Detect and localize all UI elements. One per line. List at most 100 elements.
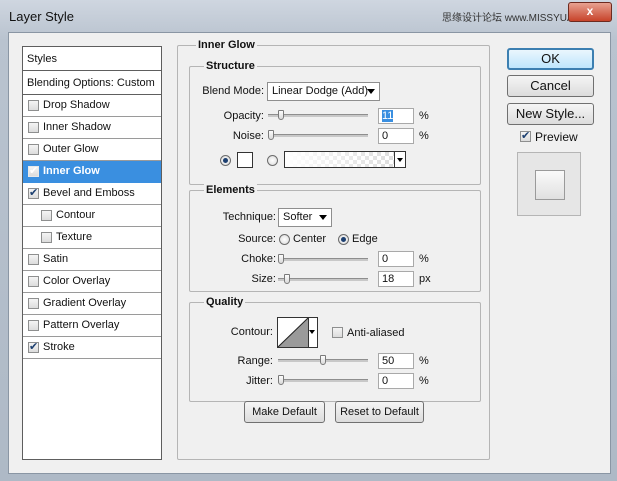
noise-slider-thumb[interactable]	[268, 130, 274, 140]
range-input[interactable]: 50	[378, 353, 414, 369]
new-style-button[interactable]: New Style...	[507, 103, 594, 125]
jitter-slider-track	[278, 379, 368, 382]
size-unit: px	[419, 273, 431, 285]
title-bar[interactable]: Layer Style 思缘设计论坛 www.MISSYUAN.COM	[0, 0, 617, 34]
size-slider[interactable]	[278, 274, 368, 284]
noise-input[interactable]: 0	[378, 128, 414, 144]
inner-glow-title: Inner Glow	[196, 39, 257, 51]
style-item-checkbox[interactable]	[28, 144, 39, 155]
style-item-satin[interactable]: Satin	[23, 249, 161, 271]
style-item-color-overlay[interactable]: Color Overlay	[23, 271, 161, 293]
gradient-mode-radio[interactable]	[267, 155, 278, 166]
styles-header-label: Styles	[27, 53, 57, 65]
blending-options-label: Blending Options: Custom	[27, 77, 155, 89]
ok-button[interactable]: OK	[507, 48, 594, 70]
opacity-slider-thumb[interactable]	[278, 110, 284, 120]
quality-title: Quality	[204, 296, 246, 308]
styles-list: Styles Blending Options: Custom Drop Sha…	[22, 46, 162, 460]
source-edge-label: Edge	[352, 233, 378, 245]
style-item-checkbox[interactable]	[28, 276, 39, 287]
choke-slider-thumb[interactable]	[278, 254, 284, 264]
style-item-checkbox[interactable]	[28, 164, 39, 177]
cancel-button[interactable]: Cancel	[507, 75, 594, 97]
jitter-input[interactable]: 0	[378, 373, 414, 389]
opacity-label: Opacity:	[223, 110, 264, 122]
style-item-inner-glow[interactable]: Inner Glow	[23, 161, 161, 183]
style-item-checkbox[interactable]	[28, 122, 39, 133]
style-item-checkbox[interactable]	[28, 186, 39, 199]
window-title: Layer Style	[9, 9, 75, 24]
jitter-slider-thumb[interactable]	[278, 375, 284, 385]
reset-to-default-button[interactable]: Reset to Default	[335, 401, 424, 423]
color-mode-radio[interactable]	[220, 155, 231, 166]
gradient-dropdown-icon[interactable]	[394, 152, 405, 167]
jitter-value: 0	[382, 375, 389, 387]
glow-color-swatch[interactable]	[237, 152, 253, 168]
noise-unit: %	[419, 130, 429, 142]
style-item-inner-shadow[interactable]: Inner Shadow	[23, 117, 161, 139]
style-item-label: Stroke	[43, 341, 75, 353]
source-label: Source:	[238, 233, 276, 245]
source-edge-radio[interactable]	[338, 234, 349, 245]
style-item-stroke[interactable]: Stroke	[23, 337, 161, 359]
style-item-checkbox[interactable]	[28, 320, 39, 331]
style-item-bevel-and-emboss[interactable]: Bevel and Emboss	[23, 183, 161, 205]
size-slider-thumb[interactable]	[284, 274, 290, 284]
choke-value: 0	[382, 253, 389, 265]
contour-label: Contour:	[230, 326, 273, 338]
noise-slider[interactable]	[268, 130, 368, 140]
style-item-contour[interactable]: Contour	[23, 205, 161, 227]
opacity-input[interactable]: 11	[378, 108, 414, 124]
range-slider-thumb[interactable]	[320, 355, 326, 365]
jitter-slider[interactable]	[278, 375, 368, 385]
style-item-texture[interactable]: Texture	[23, 227, 161, 249]
contour-picker[interactable]	[277, 317, 318, 348]
style-preview-thumbnail	[517, 152, 581, 216]
style-item-label: Gradient Overlay	[43, 297, 127, 309]
preview-checkbox[interactable]	[520, 129, 531, 142]
source-center-label: Center	[293, 233, 327, 245]
opacity-value: 11	[382, 110, 394, 122]
style-item-gradient-overlay[interactable]: Gradient Overlay	[23, 293, 161, 315]
contour-curve-icon	[278, 318, 309, 347]
style-item-checkbox[interactable]	[28, 254, 39, 265]
opacity-unit: %	[419, 110, 429, 122]
style-item-pattern-overlay[interactable]: Pattern Overlay	[23, 315, 161, 337]
contour-dropdown-icon[interactable]	[309, 330, 315, 334]
choke-label: Choke:	[241, 253, 276, 265]
range-slider[interactable]	[278, 355, 368, 365]
style-item-checkbox[interactable]	[41, 232, 52, 243]
size-label: Size:	[251, 273, 276, 285]
size-input[interactable]: 18	[378, 271, 414, 287]
make-default-button[interactable]: Make Default	[244, 401, 325, 423]
glow-gradient-picker[interactable]	[284, 151, 406, 168]
opacity-slider[interactable]	[268, 110, 368, 120]
blending-options-item[interactable]: Blending Options: Custom	[23, 71, 161, 95]
blend-mode-select[interactable]: Linear Dodge (Add)	[267, 82, 380, 101]
style-item-label: Pattern Overlay	[43, 319, 120, 331]
gradient-fade	[285, 152, 395, 167]
choke-input[interactable]: 0	[378, 251, 414, 267]
style-item-outer-glow[interactable]: Outer Glow	[23, 139, 161, 161]
choke-slider[interactable]	[278, 254, 368, 264]
style-item-checkbox[interactable]	[28, 298, 39, 309]
blend-mode-value: Linear Dodge (Add)	[272, 85, 369, 97]
choke-unit: %	[419, 253, 429, 265]
style-item-label: Texture	[56, 231, 93, 243]
style-item-checkbox[interactable]	[28, 340, 39, 353]
preview-label: Preview	[535, 130, 578, 144]
range-label: Range:	[237, 355, 273, 367]
style-item-drop-shadow[interactable]: Drop Shadow	[23, 95, 161, 117]
styles-header[interactable]: Styles	[23, 47, 161, 71]
technique-select[interactable]: Softer	[278, 208, 332, 227]
dialog-body: Styles Blending Options: Custom Drop Sha…	[8, 32, 611, 474]
source-center-radio[interactable]	[279, 234, 290, 245]
close-button[interactable]: x	[568, 2, 612, 22]
style-item-checkbox[interactable]	[41, 210, 52, 221]
noise-label: Noise:	[232, 130, 264, 142]
style-item-checkbox[interactable]	[28, 100, 39, 111]
inner-glow-panel: Inner Glow Structure Blend Mode: Linear …	[177, 39, 490, 460]
range-value: 50	[382, 355, 395, 367]
elements-title: Elements	[204, 184, 257, 196]
antialiased-checkbox[interactable]	[332, 327, 343, 338]
